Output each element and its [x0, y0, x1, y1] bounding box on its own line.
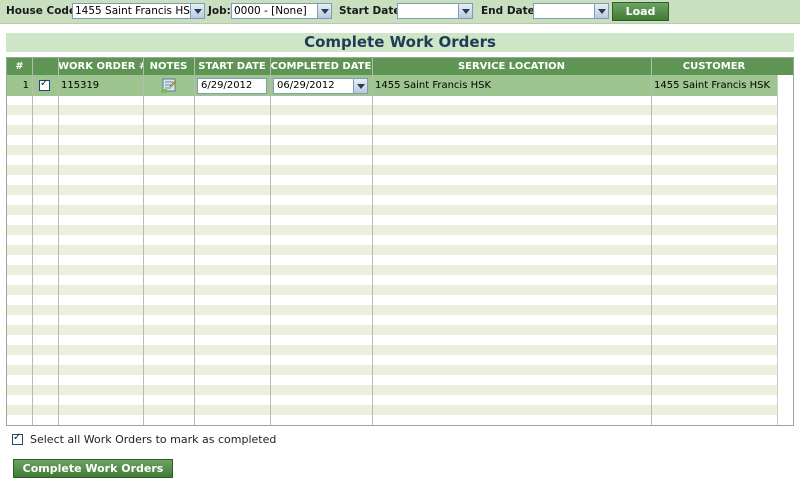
customer-cell: 1455 Saint Francis HSK	[654, 80, 771, 91]
work-orders-grid: # WORK ORDER # NOTES START DATE COMPLETE…	[6, 57, 794, 426]
job-value: 0000 - [None]	[234, 5, 307, 17]
filter-bar: House Code: 1455 Saint Francis HSK Job: …	[0, 0, 800, 24]
column-header-start-date[interactable]: START DATE	[194, 58, 270, 75]
chevron-down-icon[interactable]	[317, 4, 331, 18]
grid-body	[7, 75, 777, 425]
work-order-number: 115319	[61, 80, 100, 91]
column-divider	[58, 58, 59, 425]
completed-date-input[interactable]: 06/29/2012	[273, 78, 368, 94]
load-button[interactable]: Load	[612, 2, 669, 21]
column-divider	[32, 58, 33, 425]
chevron-down-icon[interactable]	[190, 4, 204, 18]
start-date-label: Start Date:	[339, 5, 405, 17]
service-location-cell: 1455 Saint Francis HSK	[375, 80, 492, 91]
row-number: 1	[22, 80, 29, 91]
column-header-notes[interactable]: NOTES	[143, 58, 194, 75]
house-code-select[interactable]: 1455 Saint Francis HSK	[72, 3, 205, 19]
house-code-value: 1455 Saint Francis HSK	[75, 5, 197, 17]
house-code-label: House Code:	[6, 5, 81, 17]
select-all-label[interactable]: Select all Work Orders to mark as comple…	[30, 433, 276, 446]
page-title: Complete Work Orders	[6, 33, 794, 52]
vertical-scrollbar[interactable]	[777, 75, 793, 425]
select-all-checkbox[interactable]	[12, 432, 23, 445]
row-checkbox[interactable]	[39, 78, 50, 91]
completed-date-value: 06/29/2012	[277, 80, 335, 91]
end-date-label: End Date:	[481, 5, 539, 17]
column-divider	[194, 58, 195, 425]
completed-date-dropdown[interactable]	[353, 79, 367, 93]
chevron-down-icon[interactable]	[458, 4, 472, 18]
column-header-check	[32, 58, 58, 75]
chevron-down-icon[interactable]	[594, 4, 608, 18]
chevron-down-icon[interactable]	[353, 79, 367, 93]
job-label: Job:	[208, 5, 231, 17]
column-header-completed-date[interactable]: COMPLETED DATE	[270, 58, 372, 75]
notes-icon[interactable]	[161, 78, 177, 93]
complete-work-orders-button[interactable]: Complete Work Orders	[13, 459, 173, 478]
column-divider	[372, 58, 373, 425]
column-divider	[270, 58, 271, 425]
column-divider	[651, 58, 652, 425]
column-divider	[143, 58, 144, 425]
start-date-select[interactable]	[397, 3, 473, 19]
start-date-input[interactable]: 6/29/2012	[197, 78, 267, 94]
end-date-select[interactable]	[533, 3, 609, 19]
job-select[interactable]: 0000 - [None]	[231, 3, 332, 19]
column-header-work-order[interactable]: WORK ORDER #	[58, 58, 143, 75]
grid-header: # WORK ORDER # NOTES START DATE COMPLETE…	[7, 58, 793, 75]
column-header-customer[interactable]: CUSTOMER	[651, 58, 777, 75]
column-header-service-location[interactable]: SERVICE LOCATION	[372, 58, 651, 75]
column-header-num[interactable]: #	[7, 58, 32, 75]
